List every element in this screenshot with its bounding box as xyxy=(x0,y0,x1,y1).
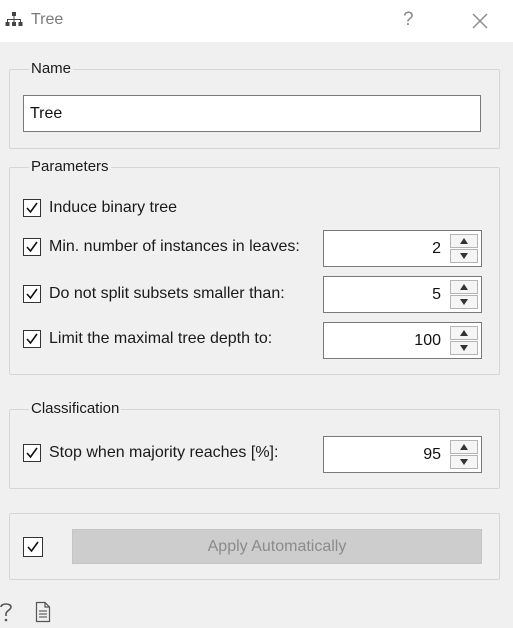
question-icon[interactable] xyxy=(0,601,14,623)
arrow-down-icon xyxy=(460,345,468,351)
arrow-down-icon xyxy=(460,253,468,259)
max-depth-decrement-button[interactable] xyxy=(450,341,478,355)
min-instances-checkbox-row[interactable]: Min. number of instances in leaves: xyxy=(23,236,300,258)
majority-checkbox-row[interactable]: Stop when majority reaches [%]: xyxy=(23,442,278,464)
min-split-checkbox[interactable] xyxy=(23,285,41,303)
majority-label: Stop when majority reaches [%]: xyxy=(49,444,279,461)
title-bar: Tree ? xyxy=(0,0,513,42)
name-input[interactable] xyxy=(23,95,481,132)
min-instances-value[interactable]: 2 xyxy=(432,240,441,258)
checkmark-icon xyxy=(26,288,38,300)
max-depth-label: Limit the maximal tree depth to: xyxy=(49,330,273,347)
majority-value[interactable]: 95 xyxy=(423,446,441,464)
arrow-down-icon xyxy=(460,459,468,465)
checkmark-icon xyxy=(26,333,38,345)
binary-tree-label: Induce binary tree xyxy=(49,199,178,216)
min-split-spinbox[interactable]: 5 xyxy=(323,276,482,313)
parameters-group-title: Parameters xyxy=(29,158,111,175)
min-instances-spinbox[interactable]: 2 xyxy=(323,230,482,267)
window-title: Tree xyxy=(31,11,64,28)
majority-increment-button[interactable] xyxy=(450,440,478,454)
arrow-up-icon xyxy=(460,444,468,450)
arrow-up-icon xyxy=(460,284,468,290)
max-depth-spinbox[interactable]: 100 xyxy=(323,322,482,359)
binary-tree-checkbox[interactable] xyxy=(23,199,41,217)
majority-decrement-button[interactable] xyxy=(450,455,478,469)
arrow-up-icon xyxy=(460,238,468,244)
binary-tree-checkbox-row[interactable]: Induce binary tree xyxy=(23,197,177,219)
min-instances-checkbox[interactable] xyxy=(23,238,41,256)
min-split-checkbox-row[interactable]: Do not split subsets smaller than: xyxy=(23,283,285,305)
checkmark-icon xyxy=(26,241,38,253)
min-instances-increment-button[interactable] xyxy=(450,234,478,248)
checkmark-icon xyxy=(26,447,38,459)
tree-icon xyxy=(5,12,23,26)
arrow-down-icon xyxy=(460,299,468,305)
checkmark-icon xyxy=(26,202,38,214)
max-depth-value[interactable]: 100 xyxy=(414,332,441,350)
majority-spinbox[interactable]: 95 xyxy=(323,436,482,473)
max-depth-checkbox-row[interactable]: Limit the maximal tree depth to: xyxy=(23,328,272,350)
checkmark-icon xyxy=(27,541,39,553)
min-split-value[interactable]: 5 xyxy=(432,286,441,304)
min-instances-decrement-button[interactable] xyxy=(450,249,478,263)
max-depth-increment-button[interactable] xyxy=(450,326,478,340)
min-split-decrement-button[interactable] xyxy=(450,295,478,309)
min-instances-label: Min. number of instances in leaves: xyxy=(49,238,300,255)
apply-automatically-checkbox[interactable] xyxy=(23,537,43,557)
min-split-label: Do not split subsets smaller than: xyxy=(49,285,285,302)
document-icon[interactable] xyxy=(35,601,51,623)
name-group-title: Name xyxy=(29,60,74,77)
title-help-button[interactable]: ? xyxy=(403,9,414,31)
arrow-up-icon xyxy=(460,330,468,336)
max-depth-checkbox[interactable] xyxy=(23,330,41,348)
classification-group-title: Classification xyxy=(29,400,122,417)
apply-automatically-button[interactable]: Apply Automatically xyxy=(72,529,482,564)
close-icon[interactable] xyxy=(471,12,489,30)
majority-checkbox[interactable] xyxy=(23,444,41,462)
min-split-increment-button[interactable] xyxy=(450,280,478,294)
